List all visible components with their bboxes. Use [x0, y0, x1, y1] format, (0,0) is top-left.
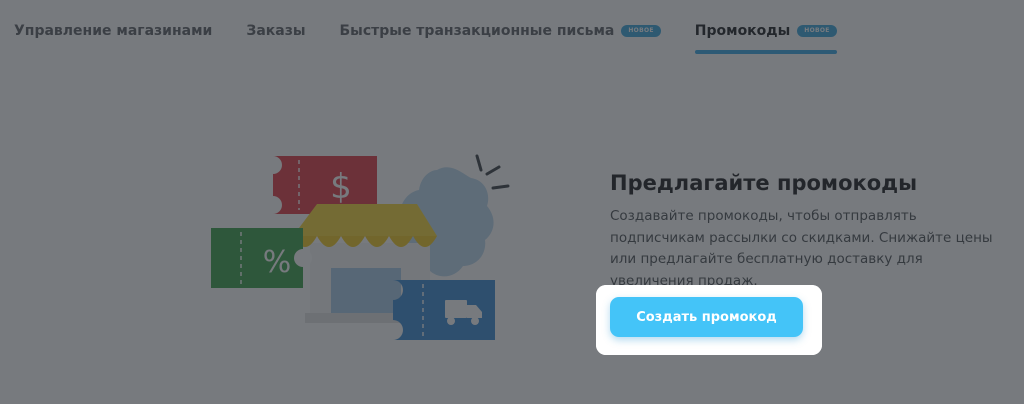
- promo-description: Создавайте промокоды, чтобы отправлять п…: [610, 208, 993, 289]
- new-badge: НОВОЕ: [797, 25, 837, 37]
- promo-codes-page: Управление магазинами Заказы Быстрые тра…: [0, 0, 1024, 404]
- tab-orders[interactable]: Заказы: [246, 20, 305, 42]
- sparkle-line-icon: [475, 154, 483, 172]
- tab-transactional-emails[interactable]: Быстрые транзакционные письма НОВОЕ: [340, 20, 661, 42]
- sparkle-line-icon: [485, 165, 501, 176]
- tab-label: Управление магазинами: [14, 23, 213, 39]
- tab-label: Быстрые транзакционные письма: [339, 23, 615, 39]
- create-promo-code-button[interactable]: Создать промокод: [610, 297, 803, 337]
- tab-label: Заказы: [246, 23, 306, 39]
- tab-bar: Управление магазинами Заказы Быстрые тра…: [14, 20, 871, 54]
- truck-coupon-icon: [393, 280, 495, 340]
- percent-symbol: %: [263, 245, 292, 280]
- promo-illustration: $ %: [211, 154, 510, 340]
- new-badge: НОВОЕ: [621, 25, 661, 37]
- promo-content: Предлагайте промокоды Создавайте промоко…: [610, 168, 1020, 292]
- sparkle-line-icon: [491, 184, 510, 190]
- percent-coupon-icon: %: [211, 228, 312, 288]
- dollar-symbol: $: [330, 167, 352, 207]
- promo-title: Предлагайте промокоды: [610, 171, 918, 195]
- tab-promo-codes[interactable]: Промокоды НОВОЕ: [694, 20, 837, 54]
- tab-label: Промокоды: [694, 23, 791, 39]
- tab-store-management[interactable]: Управление магазинами: [14, 20, 212, 42]
- cta-highlight: Создать промокод: [596, 285, 822, 355]
